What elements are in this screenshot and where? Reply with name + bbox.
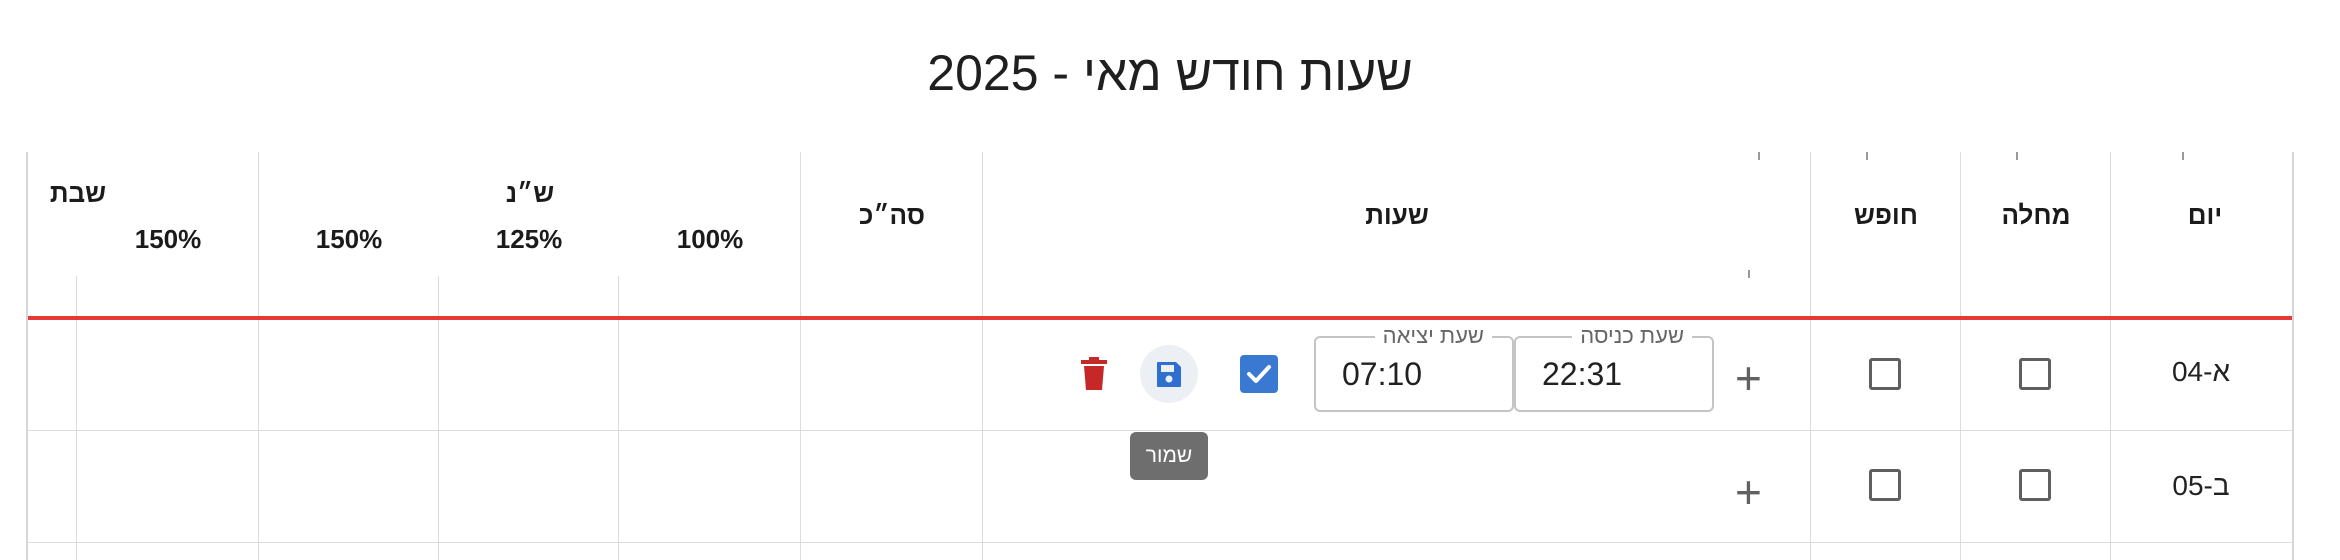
floppy-disk-icon (1157, 362, 1181, 387)
divider (1810, 152, 1811, 560)
col-header-day: יום (2187, 200, 2223, 230)
add-shift-button[interactable]: + (1735, 355, 1762, 401)
sort-indicator (1758, 152, 1760, 160)
approve-checkbox[interactable] (1240, 355, 1278, 393)
vacation-checkbox[interactable] (1869, 358, 1901, 390)
entry-time-field[interactable]: שעת כניסה 22:31 (1514, 324, 1714, 412)
col-header-ot-100: 100% (676, 224, 744, 254)
sort-indicator (2182, 152, 2184, 160)
entry-time-input[interactable]: 22:31 (1516, 338, 1712, 410)
row-divider (28, 430, 2292, 431)
page-title: שעות חודש מאי - 2025 (927, 45, 1413, 101)
sort-indicator (2016, 152, 2018, 160)
delete-icon[interactable] (1078, 356, 1110, 397)
divider (258, 152, 259, 560)
row-day: ב-05 (2172, 470, 2230, 501)
divider (982, 152, 983, 560)
col-header-shabbat: שבת (49, 178, 107, 208)
col-header-sick: מחלה (2001, 200, 2071, 230)
sick-checkbox[interactable] (2019, 469, 2051, 501)
col-header-ot-125: 125% (495, 224, 563, 254)
exit-time-input[interactable]: 07:10 (1316, 338, 1512, 410)
divider (800, 152, 801, 560)
sort-indicator (1866, 152, 1868, 160)
save-tooltip: שמור (1130, 432, 1208, 480)
col-header-overtime: ש״נ (505, 178, 555, 208)
col-header-ot-150: 150% (315, 224, 383, 254)
col-header-shabbat-150: 150% (134, 224, 202, 254)
divider (1960, 152, 1961, 560)
add-shift-button[interactable]: + (1735, 469, 1762, 515)
exit-time-field[interactable]: שעת יציאה 07:10 (1314, 324, 1514, 412)
row-divider (28, 542, 2292, 543)
col-header-hours: שעות (1365, 200, 1429, 230)
col-header-vacation: חופש (1854, 200, 1918, 230)
vacation-checkbox[interactable] (1869, 469, 1901, 501)
save-button[interactable] (1140, 345, 1198, 403)
hours-table: יום מחלה חופש שעות סה״כ ש״נ 100% 125% 15… (26, 152, 2294, 560)
row-day: א-04 (2171, 356, 2231, 387)
divider (2110, 152, 2111, 560)
col-header-total: סה״כ (858, 200, 926, 230)
header-underline (28, 316, 2292, 320)
trash-icon (1081, 357, 1107, 390)
sort-indicator (1748, 270, 1750, 278)
check-icon (1247, 365, 1271, 383)
sick-checkbox[interactable] (2019, 358, 2051, 390)
